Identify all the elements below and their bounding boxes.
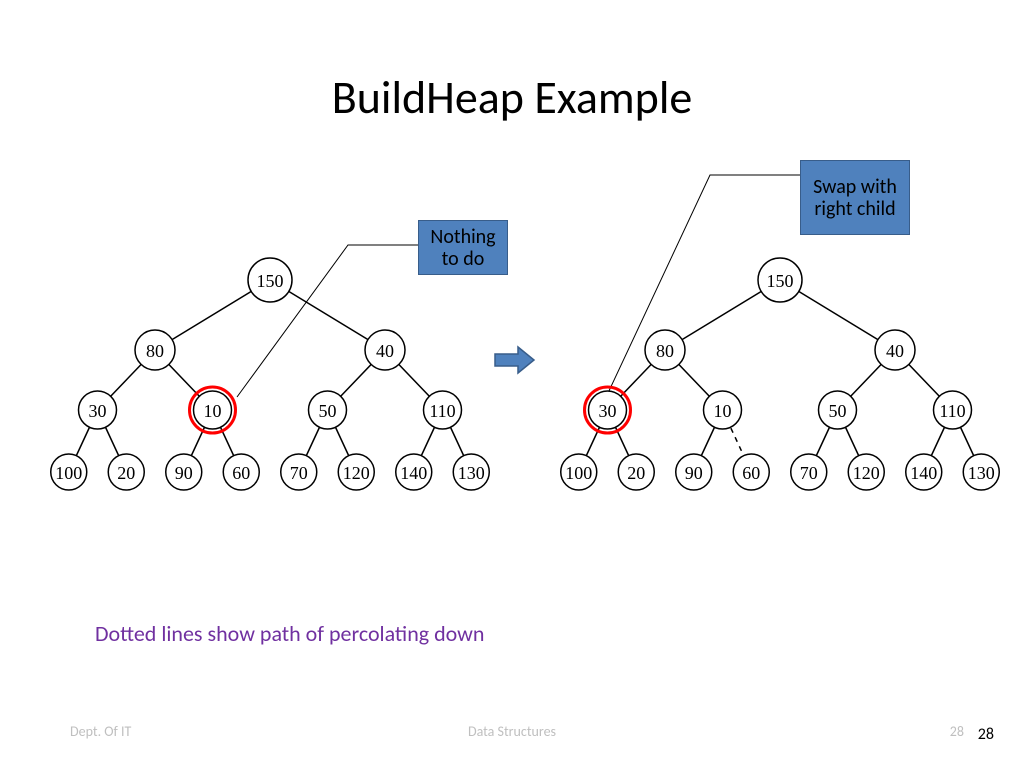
tree-node-label: 20 (117, 463, 135, 483)
tree-node: 10 (194, 391, 232, 429)
tree-right: 150 80 40 30 10 50 110 100 20 90 60 70 120 140 130 (540, 250, 1020, 510)
tree-node-label: 80 (146, 341, 164, 361)
tree-node-label: 10 (714, 401, 732, 421)
tree-node-label: 40 (376, 341, 394, 361)
tree-node-label: 90 (175, 463, 193, 483)
tree-node: 20 (108, 454, 144, 490)
tree-node-label: 120 (853, 463, 880, 483)
tree-node-label: 50 (319, 401, 337, 421)
tree-node: 90 (166, 454, 202, 490)
tree-node: 100 (561, 454, 597, 490)
tree-node: 100 (51, 454, 87, 490)
tree-node: 70 (281, 454, 317, 490)
tree-node: 130 (963, 454, 999, 490)
tree-node-label: 10 (204, 401, 222, 421)
tree-node-label: 100 (565, 463, 592, 483)
tree-node: 130 (453, 454, 489, 490)
tree-left: 150 80 40 30 10 50 110 100 20 90 60 70 120 140 130 (30, 250, 510, 510)
tree-node: 40 (365, 330, 405, 370)
callout-swap: Swap with right child (800, 160, 910, 235)
tree-node: 30 (79, 391, 117, 429)
tree-node: 80 (645, 330, 685, 370)
tree-node-label: 30 (89, 401, 107, 421)
tree-node-label: 110 (429, 401, 455, 421)
tree-node: 120 (338, 454, 374, 490)
tree-node-label: 130 (458, 463, 485, 483)
tree-node: 150 (248, 258, 292, 302)
tree-node: 50 (309, 391, 347, 429)
tree-node: 150 (758, 258, 802, 302)
tree-node: 20 (618, 454, 654, 490)
tree-node-label: 140 (400, 463, 427, 483)
tree-node-label: 50 (829, 401, 847, 421)
tree-node-label: 60 (742, 463, 760, 483)
tree-node-label: 20 (627, 463, 645, 483)
caption: Dotted lines show path of percolating do… (95, 620, 484, 647)
tree-node: 10 (704, 391, 742, 429)
tree-node: 110 (934, 391, 972, 429)
arrow-icon (490, 340, 540, 380)
slide-title: BuildHeap Example (0, 70, 1024, 126)
page-number: 28 (978, 725, 994, 744)
tree-node: 30 (589, 391, 627, 429)
tree-node-label: 90 (685, 463, 703, 483)
tree-node-label: 30 (599, 401, 617, 421)
tree-node: 140 (906, 454, 942, 490)
tree-node-label: 70 (290, 463, 308, 483)
tree-node: 50 (819, 391, 857, 429)
tree-node: 60 (733, 454, 769, 490)
tree-node-label: 40 (886, 341, 904, 361)
tree-node-label: 60 (232, 463, 250, 483)
callout-swap-text: Swap with right child (807, 176, 903, 220)
tree-node-label: 100 (55, 463, 82, 483)
footer-center: Data Structures (0, 723, 1024, 740)
tree-node: 90 (676, 454, 712, 490)
tree-node-label: 70 (800, 463, 818, 483)
tree-node: 70 (791, 454, 827, 490)
footer-right-gray: 28 (950, 723, 964, 740)
tree-node-label: 130 (968, 463, 995, 483)
tree-node: 60 (223, 454, 259, 490)
tree-node-label: 110 (939, 401, 965, 421)
tree-node-label: 150 (767, 271, 794, 291)
tree-node: 110 (424, 391, 462, 429)
tree-node: 120 (848, 454, 884, 490)
tree-node: 40 (875, 330, 915, 370)
tree-node-label: 150 (257, 271, 284, 291)
tree-node-label: 140 (910, 463, 937, 483)
tree-node: 80 (135, 330, 175, 370)
tree-node-label: 120 (343, 463, 370, 483)
tree-node-label: 80 (656, 341, 674, 361)
tree-node: 140 (396, 454, 432, 490)
